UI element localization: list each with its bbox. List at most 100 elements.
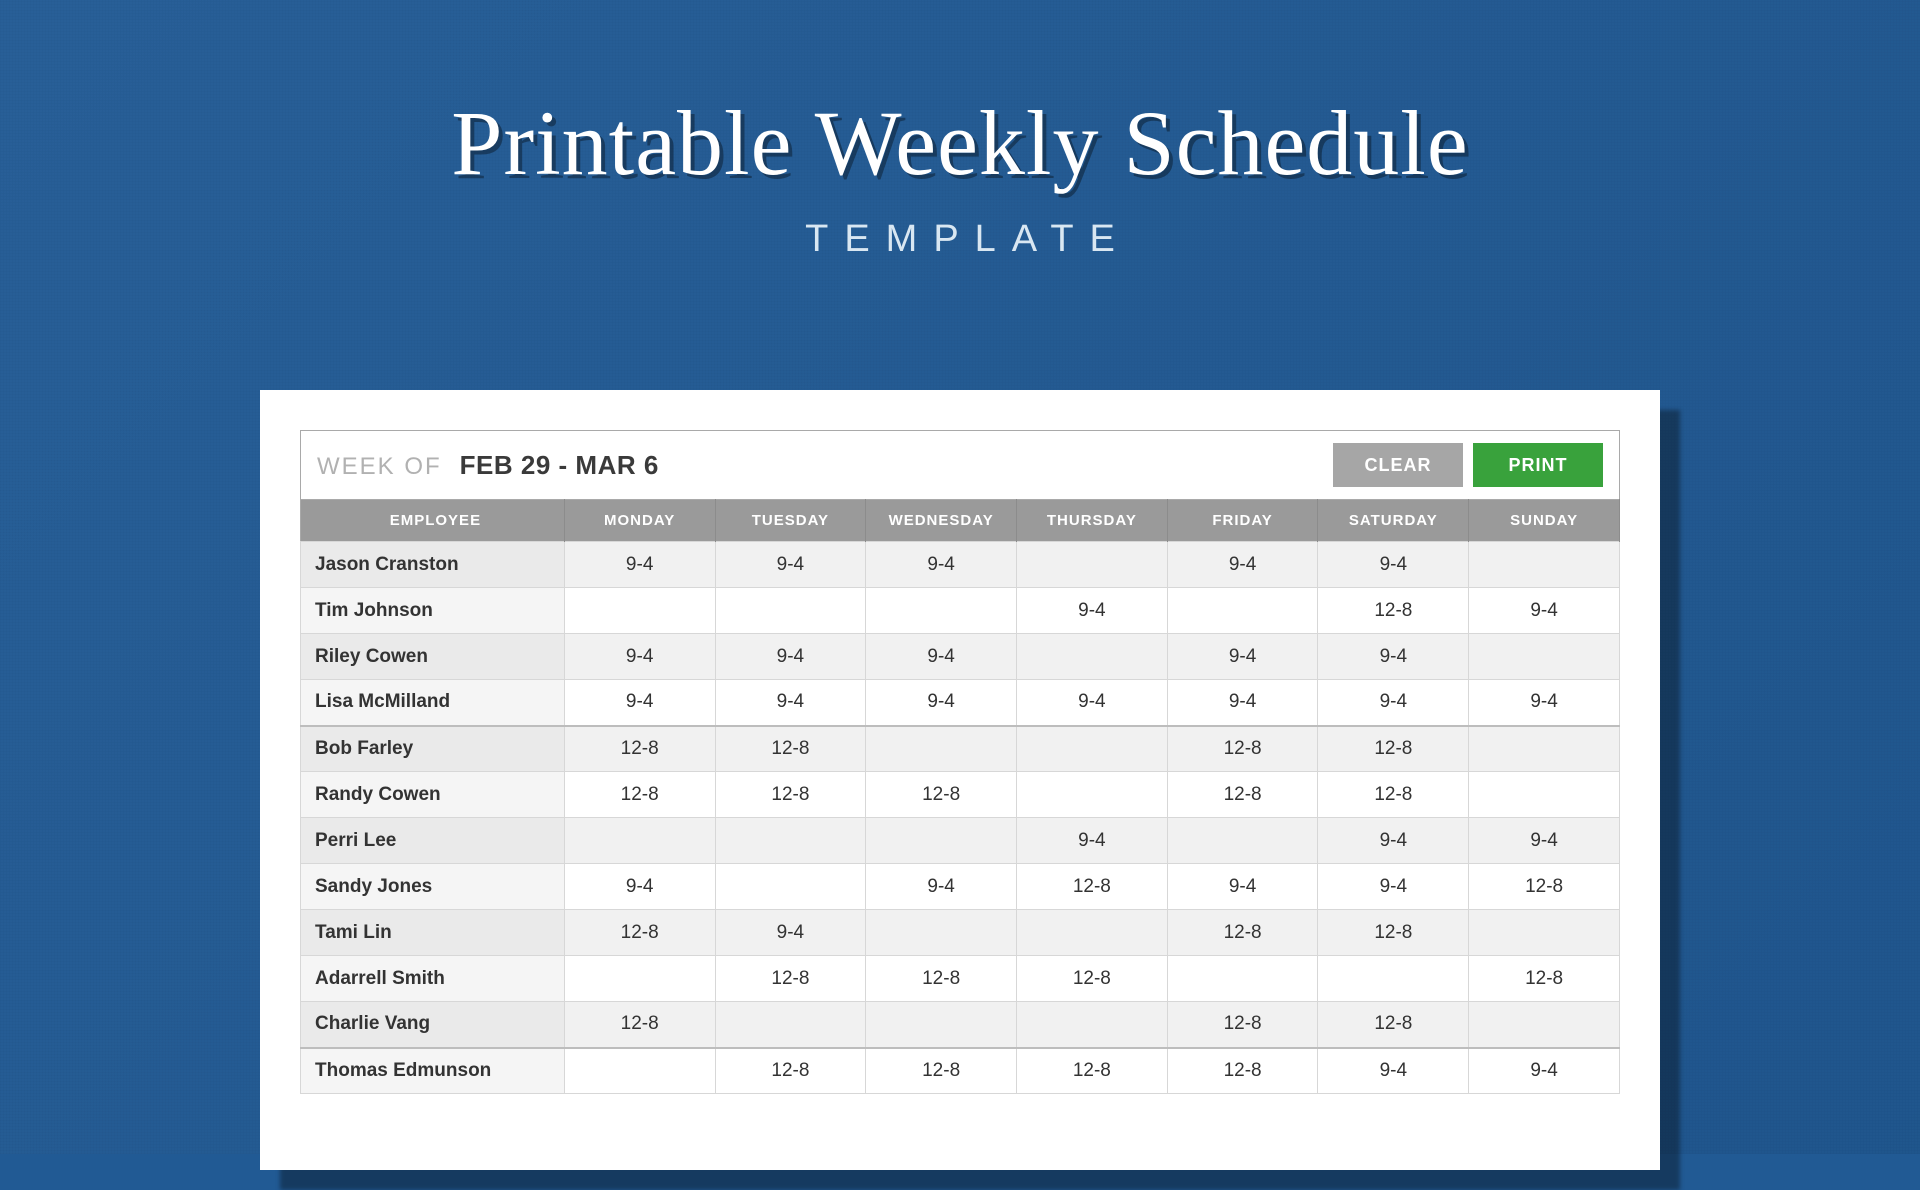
employee-name-cell: Bob Farley (301, 726, 565, 772)
shift-cell: 9-4 (1318, 634, 1469, 680)
shift-cell (1318, 956, 1469, 1002)
shift-cell: 9-4 (1318, 1048, 1469, 1094)
shift-cell: 9-4 (1318, 680, 1469, 726)
employee-name-cell: Charlie Vang (301, 1002, 565, 1048)
shift-cell: 12-8 (715, 772, 866, 818)
shift-cell: 9-4 (1167, 634, 1318, 680)
shift-cell: 12-8 (1167, 910, 1318, 956)
schedule-sheet: WEEK OF FEB 29 - MAR 6 CLEAR PRINT EMPLO… (260, 390, 1660, 1170)
table-row: Thomas Edmunson12-812-812-812-89-49-4 (301, 1048, 1620, 1094)
shift-cell: 9-4 (1318, 864, 1469, 910)
shift-cell: 12-8 (1318, 726, 1469, 772)
shift-cell (1017, 634, 1168, 680)
week-range: FEB 29 - MAR 6 (460, 450, 659, 481)
header-day-saturday: SATURDAY (1318, 500, 1469, 542)
employee-name-cell: Jason Cranston (301, 542, 565, 588)
shift-cell (1469, 772, 1620, 818)
employee-name-cell: Riley Cowen (301, 634, 565, 680)
header-employee: EMPLOYEE (301, 500, 565, 542)
shift-cell: 9-4 (866, 542, 1017, 588)
shift-cell (1017, 772, 1168, 818)
header-day-thursday: THURSDAY (1017, 500, 1168, 542)
table-row: Tami Lin12-89-412-812-8 (301, 910, 1620, 956)
employee-name-cell: Lisa McMilland (301, 680, 565, 726)
shift-cell: 9-4 (1469, 1048, 1620, 1094)
shift-cell (564, 818, 715, 864)
print-button[interactable]: PRINT (1473, 443, 1603, 487)
shift-cell: 9-4 (866, 634, 1017, 680)
shift-cell (1017, 1002, 1168, 1048)
header-day-tuesday: TUESDAY (715, 500, 866, 542)
shift-cell (1167, 588, 1318, 634)
shift-cell: 9-4 (1167, 542, 1318, 588)
shift-cell: 9-4 (1318, 542, 1469, 588)
schedule-table: EMPLOYEE MONDAY TUESDAY WEDNESDAY THURSD… (300, 499, 1620, 1094)
employee-name-cell: Tim Johnson (301, 588, 565, 634)
shift-cell: 9-4 (564, 542, 715, 588)
shift-cell (866, 726, 1017, 772)
shift-cell (1017, 910, 1168, 956)
employee-name-cell: Tami Lin (301, 910, 565, 956)
table-row: Riley Cowen9-49-49-49-49-4 (301, 634, 1620, 680)
shift-cell: 9-4 (1167, 680, 1318, 726)
shift-cell (715, 818, 866, 864)
sheet-container: WEEK OF FEB 29 - MAR 6 CLEAR PRINT EMPLO… (260, 390, 1660, 1170)
shift-cell: 9-4 (1017, 818, 1168, 864)
table-row: Adarrell Smith12-812-812-812-8 (301, 956, 1620, 1002)
shift-cell: 12-8 (564, 726, 715, 772)
shift-cell: 9-4 (564, 680, 715, 726)
shift-cell: 12-8 (1167, 772, 1318, 818)
shift-cell: 9-4 (1017, 680, 1168, 726)
table-row: Sandy Jones9-49-412-89-49-412-8 (301, 864, 1620, 910)
shift-cell (715, 588, 866, 634)
shift-cell: 9-4 (866, 864, 1017, 910)
shift-cell (1167, 956, 1318, 1002)
shift-cell: 12-8 (715, 1048, 866, 1094)
header-day-monday: MONDAY (564, 500, 715, 542)
shift-cell: 9-4 (1017, 588, 1168, 634)
shift-cell: 12-8 (1167, 1002, 1318, 1048)
shift-cell: 12-8 (1017, 1048, 1168, 1094)
schedule-table-body: Jason Cranston9-49-49-49-49-4Tim Johnson… (301, 542, 1620, 1094)
week-of-label: WEEK OF (317, 453, 442, 481)
table-row: Jason Cranston9-49-49-49-49-4 (301, 542, 1620, 588)
shift-cell: 9-4 (715, 680, 866, 726)
toolbar: WEEK OF FEB 29 - MAR 6 CLEAR PRINT (300, 430, 1620, 499)
clear-button[interactable]: CLEAR (1333, 443, 1463, 487)
table-row: Bob Farley12-812-812-812-8 (301, 726, 1620, 772)
shift-cell (715, 864, 866, 910)
shift-cell: 12-8 (1167, 726, 1318, 772)
shift-cell: 12-8 (715, 726, 866, 772)
shift-cell (1469, 1002, 1620, 1048)
header-day-sunday: SUNDAY (1469, 500, 1620, 542)
page-title: Printable Weekly Schedule (0, 90, 1920, 196)
shift-cell (1469, 542, 1620, 588)
shift-cell (866, 588, 1017, 634)
shift-cell: 9-4 (715, 542, 866, 588)
shift-cell (564, 1048, 715, 1094)
shift-cell: 12-8 (1469, 956, 1620, 1002)
shift-cell: 9-4 (1318, 818, 1469, 864)
shift-cell: 9-4 (1167, 864, 1318, 910)
employee-name-cell: Adarrell Smith (301, 956, 565, 1002)
shift-cell (866, 910, 1017, 956)
shift-cell: 9-4 (1469, 588, 1620, 634)
shift-cell: 12-8 (1318, 772, 1469, 818)
shift-cell: 12-8 (564, 772, 715, 818)
shift-cell: 9-4 (715, 910, 866, 956)
shift-cell (1469, 726, 1620, 772)
table-row: Tim Johnson9-412-89-4 (301, 588, 1620, 634)
header-day-wednesday: WEDNESDAY (866, 500, 1017, 542)
employee-name-cell: Sandy Jones (301, 864, 565, 910)
shift-cell (1167, 818, 1318, 864)
shift-cell: 12-8 (715, 956, 866, 1002)
shift-cell: 9-4 (564, 634, 715, 680)
shift-cell (866, 818, 1017, 864)
table-row: Charlie Vang12-812-812-8 (301, 1002, 1620, 1048)
shift-cell: 12-8 (1318, 1002, 1469, 1048)
shift-cell: 12-8 (1318, 910, 1469, 956)
employee-name-cell: Thomas Edmunson (301, 1048, 565, 1094)
shift-cell: 12-8 (564, 1002, 715, 1048)
shift-cell: 12-8 (564, 910, 715, 956)
shift-cell: 12-8 (866, 956, 1017, 1002)
